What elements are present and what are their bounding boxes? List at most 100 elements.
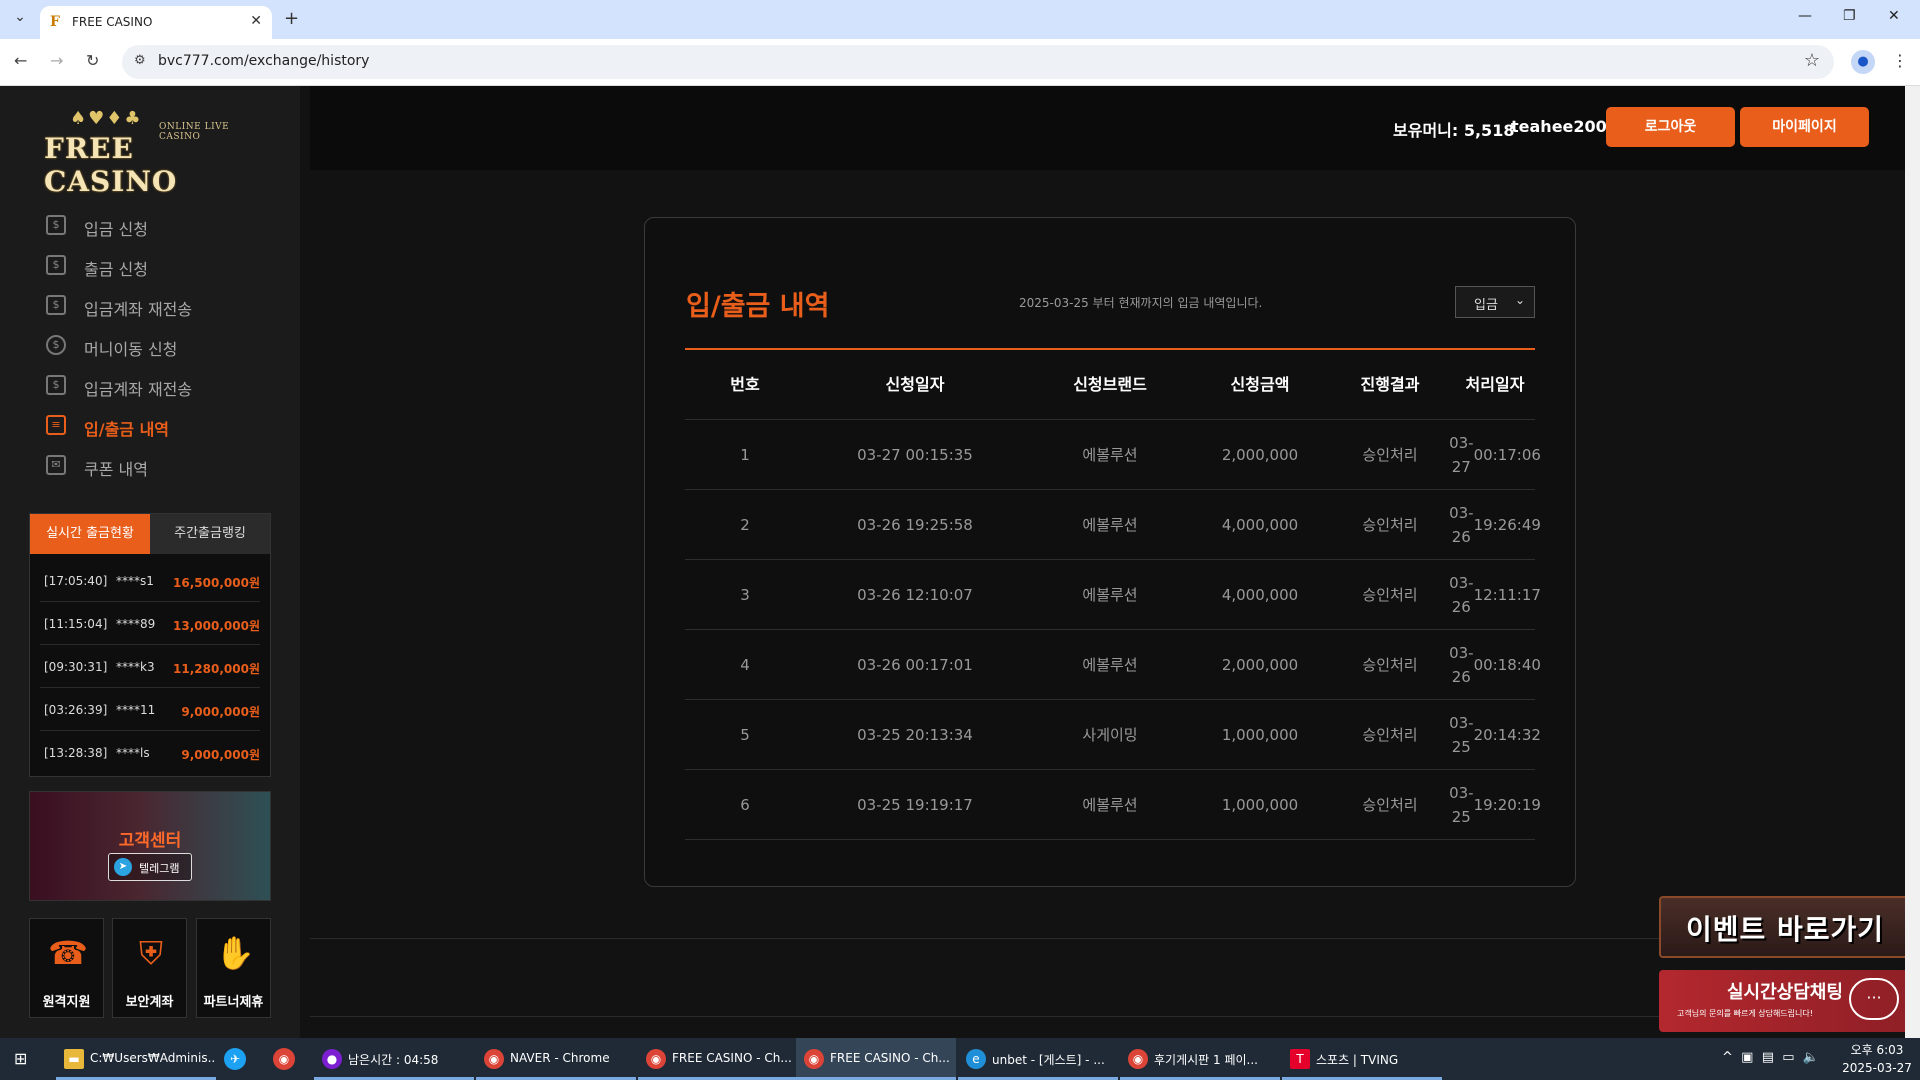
bird-app-icon[interactable]: ✈: [224, 1048, 246, 1070]
logout-button[interactable]: 로그아웃: [1606, 107, 1735, 147]
processed-date: 03-26: [1449, 574, 1474, 616]
edge-icon: e: [966, 1049, 986, 1069]
chrome-icon[interactable]: ◉: [273, 1048, 295, 1070]
balance: 보유머니: 5,518: [1393, 121, 1515, 140]
site-info-icon[interactable]: ⚙: [134, 53, 146, 68]
remote-support-icon: ☎: [48, 934, 88, 972]
sidebar-item-coupon[interactable]: ✉ 쿠폰 내역: [44, 446, 284, 486]
mypage-button[interactable]: 마이페이지: [1740, 107, 1869, 147]
chat-subtitle: 고객님의 문의를 빠르게 상담해드립니다!: [1677, 1009, 1813, 1018]
processed-date: 03-26: [1449, 504, 1474, 546]
cell-amount: 4,000,000: [1221, 586, 1299, 604]
url-omnibox[interactable]: ⚙ bvc777.com/exchange/history ☆: [122, 45, 1834, 79]
cell-amount: 1,000,000: [1221, 726, 1299, 744]
account-icon: $: [46, 375, 66, 395]
list-icon: ≡: [46, 415, 66, 435]
page-scrollbar[interactable]: [1905, 86, 1920, 1038]
taskbar-label: C:₩Users₩Adminis...: [90, 1051, 214, 1065]
sidebar-item-label: 입/출금 내역: [84, 420, 170, 439]
shield-icon: ⛨: [138, 934, 163, 972]
processed-date: 03-26: [1449, 644, 1474, 686]
chrome-icon: ◉: [484, 1049, 504, 1069]
tab-search-icon[interactable]: ⌄: [8, 9, 32, 31]
logo-main: FREE CASINO: [44, 132, 178, 198]
event-banner[interactable]: 이벤트 바로가기: [1659, 896, 1905, 958]
tab-close-icon[interactable]: ✕: [250, 13, 262, 29]
taskbar-item-review[interactable]: ◉ 후기게시판 1 페이...: [1120, 1038, 1280, 1080]
remote-support-button[interactable]: ☎ 원격지원: [29, 918, 104, 1018]
sidebar-item-account-resend[interactable]: $ 입금계좌 재전송: [44, 286, 284, 326]
browser-tab-active[interactable]: F FREE CASINO ✕: [40, 6, 272, 39]
window-close-icon[interactable]: ✕: [1888, 8, 1900, 24]
taskbar-item-explorer[interactable]: ▬ C:₩Users₩Adminis...: [56, 1038, 216, 1080]
cell-no: 3: [740, 586, 750, 604]
sidebar-item-withdraw[interactable]: $ 출금 신청: [44, 246, 284, 286]
taskbar-label: unbet - [게스트] - ...: [992, 1053, 1105, 1067]
cell-processed: 03-26 00:18:40: [1449, 630, 1541, 700]
table-row: 3 03-26 12:10:07 에볼루션 4,000,000 승인처리 03-…: [685, 560, 1541, 630]
table-header: 번호 신청일자 신청브랜드 신청금액 진행결과 처리일자: [685, 350, 1535, 420]
system-tray-icons[interactable]: ^ ▣ ▤ ▭ 🔈: [1722, 1050, 1819, 1065]
table-row: 1 03-27 00:15:35 에볼루션 2,000,000 승인처리 03-…: [685, 420, 1541, 490]
rank-user: ****11: [116, 703, 156, 717]
telegram-button[interactable]: ➤ 텔레그램: [108, 853, 192, 881]
sidebar-item-deposit[interactable]: $ 입금 신청: [44, 206, 284, 246]
table-row: 4 03-26 00:17:01 에볼루션 2,000,000 승인처리 03-…: [685, 630, 1541, 700]
sidebar-item-history[interactable]: ≡ 입/출금 내역: [44, 406, 284, 446]
cell-brand: 에볼루션: [1082, 796, 1138, 814]
forward-icon[interactable]: →: [50, 51, 63, 70]
profile-icon[interactable]: ●: [1851, 50, 1875, 74]
tab-live-withdraw[interactable]: 실시간 출금현황: [30, 514, 150, 554]
customer-center-banner[interactable]: 고객센터 ➤ 텔레그램: [29, 791, 271, 901]
sidebar-item-money-move[interactable]: $ 머니이동 신청: [44, 326, 284, 366]
live-chat-banner[interactable]: 실시간상담채팅 고객님의 문의를 빠르게 상담해드립니다! ···: [1659, 970, 1905, 1032]
minimize-icon[interactable]: —: [1798, 8, 1812, 24]
cell-no: 6: [740, 796, 750, 814]
windows-start-icon[interactable]: ⊞: [14, 1049, 34, 1069]
taskbar-item-naver[interactable]: ◉ NAVER - Chrome: [476, 1038, 636, 1080]
new-tab-icon[interactable]: +: [284, 8, 299, 29]
username: teahee2005: [1511, 117, 1618, 136]
list-item: [09:30:31] ****k3 11,280,000원: [40, 645, 260, 688]
logo[interactable]: ♠♥♦♣ ONLINE LIVE CASINO FREE CASINO: [44, 108, 260, 198]
page: ♠♥♦♣ ONLINE LIVE CASINO FREE CASINO $ 입금…: [0, 86, 1905, 1038]
taskbar-label: FREE CASINO - Ch...: [672, 1051, 792, 1065]
taskbar-clock[interactable]: 오후 6:03 2025-03-27: [1840, 1041, 1914, 1077]
taskbar-label: NAVER - Chrome: [510, 1051, 610, 1065]
taskbar-item-freecasino-2[interactable]: ◉ FREE CASINO - Ch...: [796, 1038, 956, 1080]
cell-date: 03-27 00:15:35: [857, 446, 973, 464]
cell-status: 승인처리: [1362, 446, 1418, 464]
taskbar-item-timer[interactable]: ● 남은시간 : 04:58: [314, 1038, 474, 1080]
table-row: 5 03-25 20:13:34 사게이밍 1,000,000 승인처리 03-…: [685, 700, 1541, 770]
sidebar-item-account-resend-2[interactable]: $ 입금계좌 재전송: [44, 366, 284, 406]
browser-menu-icon[interactable]: ⋮: [1892, 51, 1908, 70]
type-filter-select[interactable]: 입금 ⌄: [1455, 286, 1535, 318]
rank-time: [17:05:40]: [44, 574, 108, 588]
restore-icon[interactable]: ❐: [1843, 8, 1856, 24]
rank-user: ****s1: [116, 574, 154, 588]
secure-account-button[interactable]: ⛨ 보안계좌: [112, 918, 187, 1018]
rank-time: [11:15:04]: [44, 617, 108, 631]
taskbar-item-unbet[interactable]: e unbet - [게스트] - ...: [958, 1038, 1118, 1080]
reload-icon[interactable]: ↻: [86, 51, 99, 70]
processed-time: 19:26:49: [1473, 516, 1541, 534]
account-icon: $: [46, 295, 66, 315]
rank-amount: 16,500,000원: [173, 576, 260, 590]
rank-amount: 11,280,000원: [173, 662, 260, 676]
url-text[interactable]: bvc777.com/exchange/history: [158, 53, 369, 69]
tab-weekly-ranking[interactable]: 주간출금랭킹: [150, 514, 270, 554]
telegram-label: 텔레그램: [139, 862, 180, 875]
partner-button[interactable]: ✋ 파트너제휴: [196, 918, 271, 1018]
col-header: 신청일자: [885, 375, 945, 394]
taskbar-item-freecasino-1[interactable]: ◉ FREE CASINO - Ch...: [638, 1038, 798, 1080]
rank-user: ****ls: [116, 746, 150, 760]
coupon-icon: ✉: [46, 455, 66, 475]
clock-date: 2025-03-27: [1842, 1061, 1912, 1075]
page-title: 입/출금 내역: [686, 291, 830, 322]
back-icon[interactable]: ←: [14, 51, 27, 70]
event-banner-label: 이벤트 바로가기: [1685, 913, 1885, 946]
rank-amount: 9,000,000원: [181, 748, 260, 762]
chevron-down-icon: ⌄: [1514, 293, 1525, 307]
taskbar-item-tving[interactable]: T 스포츠 | TVING: [1282, 1038, 1442, 1080]
bookmark-star-icon[interactable]: ☆: [1804, 50, 1820, 71]
